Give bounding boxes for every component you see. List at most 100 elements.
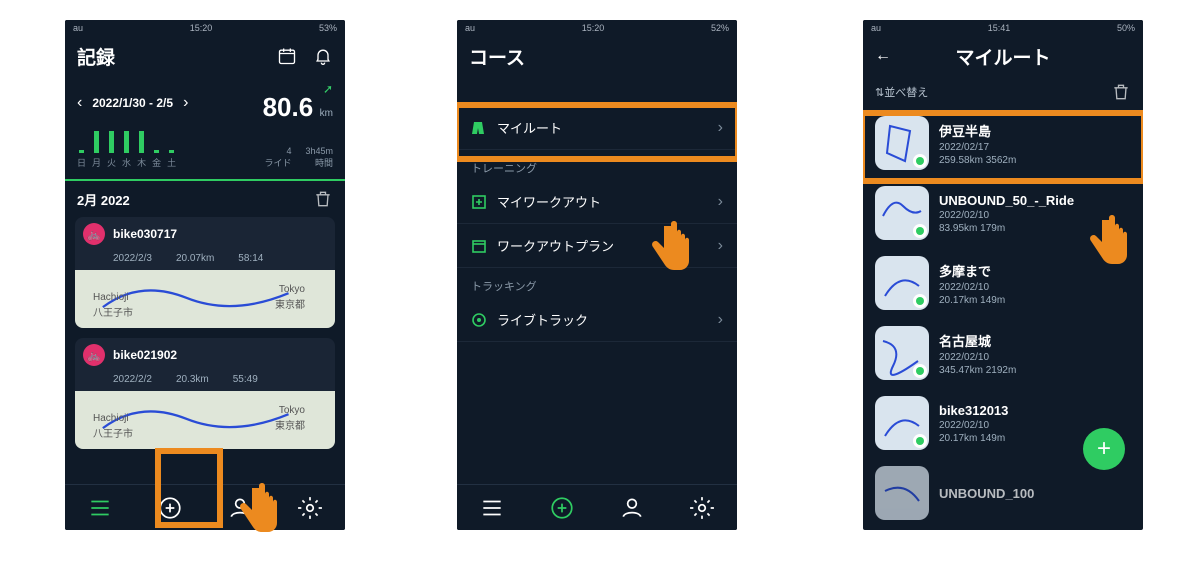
menu-workout-plan[interactable]: ワークアウトプラン ›	[457, 224, 737, 268]
header: ← マイルート	[863, 36, 1143, 76]
carrier-label: au	[871, 23, 881, 33]
menu-label: ワークアウトプラン	[497, 236, 708, 255]
trash-icon[interactable]	[1111, 82, 1131, 102]
calendar-icon[interactable]	[277, 46, 297, 66]
provider-badge-icon	[913, 294, 927, 308]
workout-icon	[471, 194, 487, 210]
nav-list-icon[interactable]	[87, 495, 113, 521]
ride-date: 2022/2/3	[113, 253, 152, 264]
month-header: 2月 2022	[65, 181, 345, 217]
sort-icon: ⇅	[875, 86, 884, 99]
sort-label: 並べ替え	[884, 84, 928, 100]
page-title: コース	[469, 43, 525, 70]
route-thumbnail	[875, 326, 929, 380]
section-training: トレーニング	[457, 150, 737, 180]
route-name: 多摩まで	[939, 261, 1005, 280]
route-name: 伊豆半島	[939, 121, 1016, 140]
chevron-right-icon: ›	[718, 193, 723, 211]
back-icon[interactable]: ←	[873, 46, 893, 66]
battery-label: 53%	[319, 23, 337, 33]
nav-list-icon[interactable]	[479, 495, 505, 521]
nav-add-icon[interactable]	[157, 495, 183, 521]
section-tracking: トラッキング	[457, 268, 737, 298]
trash-icon[interactable]	[313, 189, 333, 209]
provider-badge-icon	[913, 434, 927, 448]
ride-map: Hachioji 八王子市 Tokyo 東京都	[75, 391, 335, 449]
menu-label: ライブトラック	[497, 310, 708, 329]
route-name: 名古屋城	[939, 331, 1016, 350]
distance-unit: km	[320, 108, 333, 119]
route-stats: 345.47km 2192m	[939, 365, 1016, 376]
prev-week[interactable]: ‹	[77, 94, 82, 112]
clock: 15:20	[190, 23, 213, 33]
status-bar: au 15:20 52%	[457, 20, 737, 36]
nav-profile-icon[interactable]	[227, 495, 253, 521]
phone-course: au 15:20 52% コース マイルート › トレーニング マイワークアウト…	[457, 20, 737, 530]
route-stats: 20.17km 149m	[939, 433, 1008, 444]
stats-summary: ‹ 2022/1/30 - 2/5 › ➚ 80.6 km	[65, 76, 345, 127]
route-date: 2022/02/17	[939, 142, 1016, 153]
phone-myroute: au 15:41 50% ← マイルート ⇅ 並べ替え 伊豆半島 2022/02/…	[863, 20, 1143, 530]
bike-icon: 🚲	[83, 223, 105, 245]
route-name: bike312013	[939, 403, 1008, 418]
ride-duration: 58:14	[238, 253, 263, 264]
menu-my-workout[interactable]: マイワークアウト ›	[457, 180, 737, 224]
route-stats: 20.17km 149m	[939, 295, 1005, 306]
ride-map: Hachioji 八王子市 Tokyo 東京都	[75, 270, 335, 328]
sort-row[interactable]: ⇅ 並べ替え	[863, 76, 1143, 108]
total-time: 3h45m	[305, 146, 333, 156]
route-stats: 259.58km 3562m	[939, 155, 1016, 166]
route-thumbnail	[875, 186, 929, 240]
route-item[interactable]: UNBOUND_50_-_Ride2022/02/1083.95km 179m	[863, 178, 1143, 248]
route-item[interactable]: 伊豆半島 2022/02/17 259.58km 3562m	[863, 108, 1143, 178]
route-thumbnail	[875, 256, 929, 310]
route-thumbnail	[875, 466, 929, 520]
ride-distance: 20.07km	[176, 253, 214, 264]
clock: 15:20	[582, 23, 605, 33]
route-date: 2022/02/10	[939, 352, 1016, 363]
status-bar: au 15:41 50%	[863, 20, 1143, 36]
next-week[interactable]: ›	[183, 94, 188, 112]
menu-live-track[interactable]: ライブトラック ›	[457, 298, 737, 342]
phone-records: au 15:20 53% 記録 ‹ 2022/1/30 - 2/5 › ➚ 80…	[65, 20, 345, 530]
route-date: 2022/02/10	[939, 420, 1008, 431]
route-date: 2022/02/10	[939, 282, 1005, 293]
route-date: 2022/02/10	[939, 210, 1074, 221]
nav-settings-icon[interactable]	[689, 495, 715, 521]
nav-profile-icon[interactable]	[619, 495, 645, 521]
header: コース	[457, 36, 737, 76]
ride-name: bike030717	[113, 227, 327, 241]
menu-my-route[interactable]: マイルート ›	[457, 106, 737, 150]
week-bars: 日 月 火 水 木 金 土 4ライド 3h45m時間	[65, 127, 345, 175]
bell-icon[interactable]	[313, 46, 333, 66]
route-thumbnail	[875, 396, 929, 450]
chevron-right-icon: ›	[718, 237, 723, 255]
provider-badge-icon	[913, 224, 927, 238]
bottom-nav	[457, 484, 737, 530]
bike-icon: 🚲	[83, 344, 105, 366]
nav-add-icon[interactable]	[549, 495, 575, 521]
header: 記録	[65, 36, 345, 76]
menu-label: マイルート	[497, 118, 708, 137]
nav-settings-icon[interactable]	[297, 495, 323, 521]
carrier-label: au	[73, 23, 83, 33]
provider-badge-icon	[913, 364, 927, 378]
livetrack-icon	[471, 312, 487, 328]
ride-distance: 20.3km	[176, 374, 209, 385]
bottom-nav	[65, 484, 345, 530]
chevron-right-icon: ›	[718, 311, 723, 329]
route-thumbnail	[875, 116, 929, 170]
route-item[interactable]: 名古屋城 2022/02/10 345.47km 2192m	[863, 318, 1143, 388]
status-bar: au 15:20 53%	[65, 20, 345, 36]
total-distance: 80.6	[263, 92, 314, 122]
add-route-fab[interactable]: +	[1083, 428, 1125, 470]
page-title: 記録	[77, 43, 115, 70]
route-item[interactable]: 多摩まで 2022/02/10 20.17km 149m	[863, 248, 1143, 318]
ride-card[interactable]: 🚲 bike021902 2022/2/2 20.3km 55:49 Hachi…	[75, 338, 335, 449]
carrier-label: au	[465, 23, 475, 33]
plan-icon	[471, 238, 487, 254]
ride-card[interactable]: 🚲 bike030717 2022/2/3 20.07km 58:14 Hach…	[75, 217, 335, 328]
date-range[interactable]: 2022/1/30 - 2/5	[92, 96, 173, 110]
provider-badge-icon	[913, 154, 927, 168]
clock: 15:41	[988, 23, 1011, 33]
